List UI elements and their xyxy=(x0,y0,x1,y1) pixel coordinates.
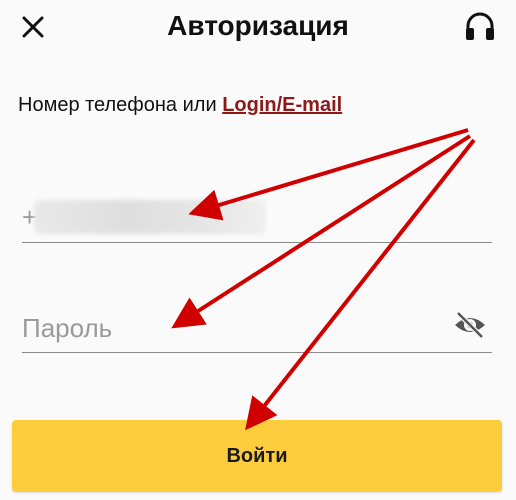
phone-label-text: Номер телефона или xyxy=(18,94,223,116)
phone-label: Номер телефона или Login/E-mail xyxy=(18,94,342,117)
arrow-to-login xyxy=(245,138,476,431)
login-email-link[interactable]: Login/E-mail xyxy=(222,94,342,116)
headset-icon[interactable] xyxy=(462,10,498,46)
password-input[interactable] xyxy=(22,308,422,348)
password-field[interactable] xyxy=(22,306,492,353)
phone-value-blurred xyxy=(34,200,266,234)
eye-off-icon[interactable] xyxy=(452,310,488,340)
app-header: Авторизация xyxy=(0,0,516,56)
login-button[interactable]: Войти xyxy=(12,420,502,492)
page-title: Авторизация xyxy=(167,10,349,41)
phone-input[interactable]: + xyxy=(22,196,492,243)
